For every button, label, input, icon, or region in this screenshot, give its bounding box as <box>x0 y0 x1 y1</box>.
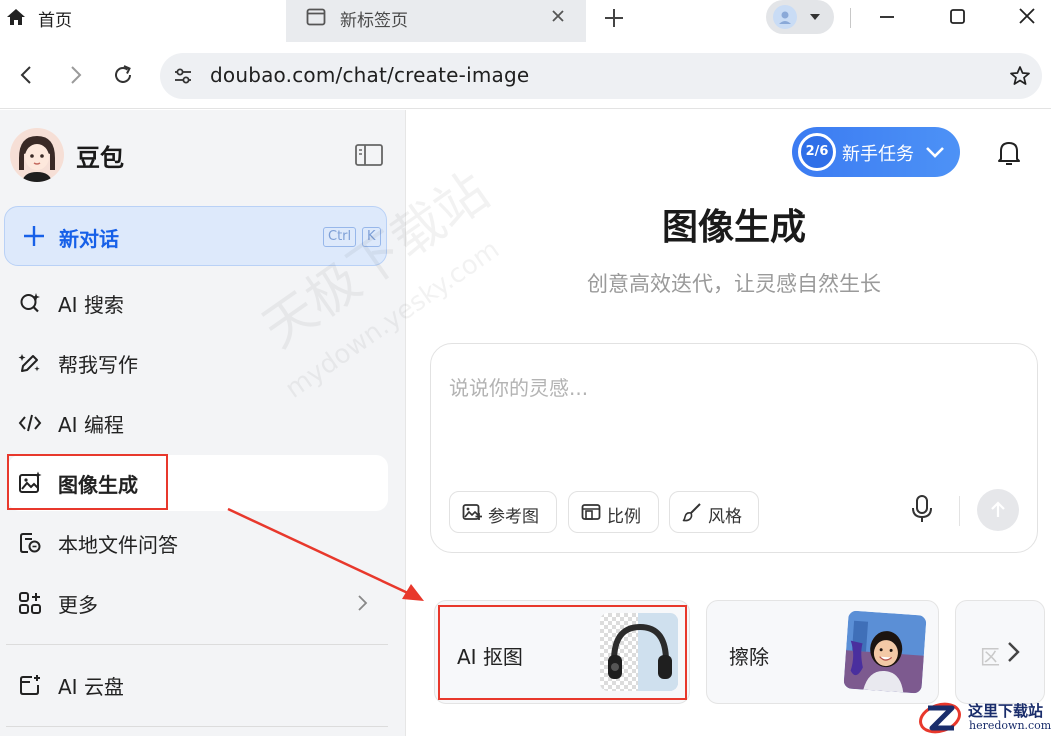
toolbar-divider <box>850 8 851 28</box>
sidebar-item-label: AI 云盘 <box>58 675 124 699</box>
sidebar-item-ai-search[interactable]: AI 搜索 <box>8 275 388 331</box>
file-chat-icon <box>20 533 41 553</box>
brand-name: 豆包 <box>76 144 124 172</box>
heredown-logo-icon <box>919 702 961 734</box>
prompt-input[interactable]: 说说你的灵感... <box>449 372 588 401</box>
tool-card-erase[interactable]: 擦除 <box>706 600 939 704</box>
new-chat-label: 新对话 <box>59 227 119 251</box>
bookmark-star-icon[interactable] <box>1008 64 1032 88</box>
shortcut-ctrl: Ctrl <box>323 227 357 247</box>
sidebar-item-label: AI 编程 <box>58 413 124 437</box>
sidebar-item-more[interactable]: 更多 <box>8 575 388 631</box>
bell-icon[interactable] <box>995 138 1023 168</box>
highlight-ai-cutout <box>438 605 687 700</box>
chevron-down-icon <box>926 147 944 158</box>
url-box[interactable]: doubao.com/chat/create-image <box>160 53 1042 99</box>
prompt-composer[interactable]: 说说你的灵感... 参考图 比例 风格 <box>430 343 1038 553</box>
microphone-icon[interactable] <box>909 494 935 524</box>
sidebar-item-label: AI 搜索 <box>58 293 124 317</box>
address-bar: doubao.com/chat/create-image <box>0 42 1051 109</box>
plus-icon <box>24 226 44 246</box>
style-button[interactable]: 风格 <box>669 491 759 533</box>
corner-logo: 这里下载站 heredown.com <box>918 699 1051 736</box>
chevron-right-icon[interactable] <box>1001 638 1027 666</box>
chip-label: 风格 <box>708 507 742 527</box>
tool-card-label: 区 <box>980 645 1000 669</box>
sidebar-item-label: 更多 <box>58 593 98 617</box>
url-text[interactable]: doubao.com/chat/create-image <box>210 63 529 87</box>
task-label: 新手任务 <box>842 144 914 165</box>
sidebar-item-label: 帮我写作 <box>58 353 138 377</box>
chip-label: 比例 <box>607 507 641 527</box>
tool-card-label: 擦除 <box>729 645 769 669</box>
sidebar: 豆包 新对话 Ctrl K AI 搜索 帮我写作 AI 编程 图像生成 本地文件… <box>0 110 406 736</box>
sidebar-item-writing[interactable]: 帮我写作 <box>8 335 388 391</box>
corner-logo-site: heredown.com <box>969 719 1051 732</box>
task-progress: 2/6 <box>798 133 836 171</box>
new-tab-plus-icon[interactable] <box>600 4 628 32</box>
highlight-image-gen <box>7 454 168 510</box>
profile-button[interactable] <box>766 0 834 34</box>
image-ref-icon <box>462 504 482 520</box>
sidebar-item-cloud-drive[interactable]: AI 云盘 <box>8 657 388 713</box>
ratio-button[interactable]: 比例 <box>568 491 659 533</box>
page-title: 图像生成 <box>661 207 806 248</box>
minimize-icon[interactable] <box>870 2 904 32</box>
girl-photo-thumbnail <box>843 610 927 694</box>
reload-icon[interactable] <box>110 62 136 88</box>
home-icon <box>7 9 25 25</box>
back-arrow-icon[interactable] <box>14 62 40 88</box>
brush-icon <box>682 503 701 522</box>
new-chat-button[interactable]: 新对话 Ctrl K <box>4 206 387 266</box>
sidebar-divider <box>6 726 388 727</box>
grid-plus-icon <box>19 592 41 614</box>
tab-page-icon <box>306 8 326 26</box>
doubao-avatar <box>10 128 64 182</box>
sidebar-item-label: 本地文件问答 <box>58 533 178 557</box>
ratio-icon <box>581 504 601 520</box>
maximize-icon[interactable] <box>940 2 974 32</box>
page-subtitle: 创意高效迭代，让灵感自然生长 <box>587 272 881 296</box>
newbie-task-button[interactable]: 2/6 新手任务 <box>792 127 960 177</box>
sidebar-item-coding[interactable]: AI 编程 <box>8 395 388 451</box>
sidebar-toggle-icon[interactable] <box>354 142 384 168</box>
window-close-icon[interactable] <box>1010 2 1044 32</box>
chip-label: 参考图 <box>488 507 539 527</box>
arrow-up-icon <box>991 501 1005 517</box>
site-settings-icon[interactable] <box>172 65 194 87</box>
tab-title: 新标签页 <box>340 11 408 31</box>
cloud-drive-icon <box>20 675 40 695</box>
pen-sparkle-icon <box>18 354 40 372</box>
sidebar-item-file-qa[interactable]: 本地文件问答 <box>8 515 388 571</box>
tab-home[interactable]: 首页 <box>0 0 286 42</box>
browser-tab-bar: 首页 新标签页 <box>0 0 1051 42</box>
chevron-right-icon <box>358 595 368 611</box>
profile-avatar <box>773 5 797 29</box>
corner-logo-name: 这里下载站 <box>968 702 1044 720</box>
close-icon[interactable] <box>548 6 568 26</box>
tool-card-partial[interactable]: 区 <box>955 600 1045 704</box>
sidebar-divider <box>6 644 388 645</box>
chevron-down-icon <box>810 14 820 20</box>
tab-new-tab[interactable]: 新标签页 <box>286 0 586 42</box>
send-button[interactable] <box>977 489 1019 531</box>
ai-search-icon <box>20 293 40 313</box>
reference-image-button[interactable]: 参考图 <box>449 491 557 533</box>
composer-divider <box>959 496 960 526</box>
tab-title: 首页 <box>38 11 72 31</box>
code-icon <box>18 414 42 432</box>
shortcut-k: K <box>362 227 381 247</box>
forward-arrow-icon[interactable] <box>62 62 88 88</box>
